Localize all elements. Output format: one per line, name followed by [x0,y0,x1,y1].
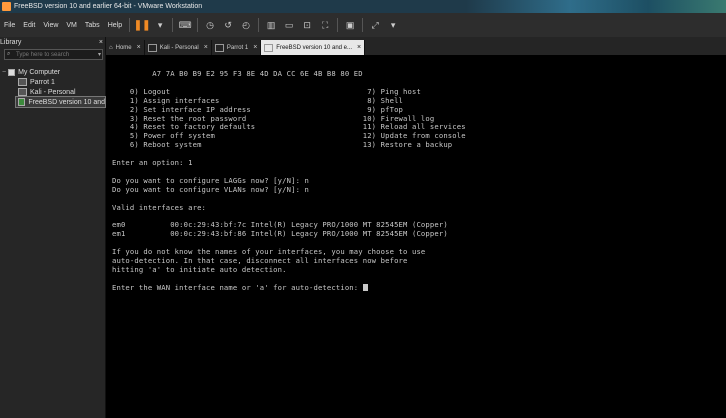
stretch-dropdown-icon[interactable]: ▾ [387,19,399,31]
snapshot-icon[interactable]: ◷ [204,19,216,31]
close-icon[interactable]: × [357,44,361,51]
tab-kali[interactable]: Kali - Personal × [145,40,212,55]
library-title: Library [0,39,22,46]
chevron-down-icon[interactable]: ▾ [98,51,101,58]
vm-icon [18,88,27,96]
library-tree: − My Computer Parrot 1 Kali - Personal F… [0,67,106,108]
tab-freebsd[interactable]: FreeBSD version 10 and e... × [261,40,366,55]
expand-icon[interactable]: − [2,69,6,76]
menu-file[interactable]: File [0,22,19,29]
tree-item-label: Parrot 1 [30,78,55,86]
tab-label: FreeBSD version 10 and e... [276,44,353,51]
manage-snapshots-icon[interactable]: ◴ [240,19,252,31]
menu-help[interactable]: Help [104,22,126,29]
search-placeholder: Type here to search [16,51,70,58]
tab-parrot[interactable]: Parrot 1 × [212,40,262,55]
close-icon[interactable]: × [253,44,257,51]
vm-running-icon [18,98,26,106]
tab-home[interactable]: ⌂ Home × [106,40,145,55]
console-valid-header: Valid interfaces are: [112,202,207,212]
dropdown-icon[interactable]: ▾ [154,19,166,31]
console-help-line: hitting 'a' to initiate auto detection. [112,264,287,274]
console-vlan-prompt: Do you want to configure VLANs now? [y/N… [112,184,309,194]
vm-tabs-bar: ⌂ Home × Kali - Personal × Parrot 1 × Fr… [106,37,726,55]
library-search-input[interactable]: ⌕ Type here to search ▾ [4,49,103,60]
home-icon: ⌂ [109,44,113,51]
library-header: Library × [0,37,105,48]
menu-bar: File Edit View VM Tabs Help ❚❚ ▾ ⌨ ◷ ↺ ◴… [0,13,726,38]
vm-icon [214,43,224,52]
taskbar-background-strip [466,0,726,13]
tab-label: Parrot 1 [226,44,249,51]
send-keys-icon[interactable]: ⌨ [179,19,192,31]
text-cursor [362,283,368,291]
revert-snapshot-icon[interactable]: ↺ [222,19,234,31]
fit-guest-icon[interactable]: ⊡ [301,19,313,31]
tree-item-freebsd[interactable]: FreeBSD version 10 and [15,96,106,108]
vmware-icon [2,2,11,11]
tab-label: Home [115,44,132,51]
library-close-icon[interactable]: × [99,39,103,46]
close-icon[interactable]: × [204,44,208,51]
toolbar-separator [337,18,339,32]
search-icon: ⌕ [7,51,11,57]
close-icon[interactable]: × [137,44,141,51]
computer-icon [8,68,16,76]
console-wan-prompt: Enter the WAN interface name or 'a' for … [112,283,466,293]
console-option-prompt: Enter an option: 1 [112,158,193,168]
tab-label: Kali - Personal [159,44,199,51]
menu-view[interactable]: View [39,22,62,29]
title-bar: FreeBSD version 10 and earlier 64-bit - … [0,0,726,13]
console-interface-row: em1 00:0c:29:43:bf:86 Intel(R) Legacy PR… [112,229,448,239]
tree-item-parrot[interactable]: Parrot 1 [0,77,105,87]
console-menu-row: 6) Reboot system 13) Restore a backup [112,140,453,150]
toolbar-separator [362,18,364,32]
library-panel: Library × ⌕ Type here to search ▾ − My C… [0,37,106,418]
console-text: A7 7A B0 B9 E2 95 F3 8E 4D DA CC 6E 4B B… [112,69,466,293]
vm-icon [264,43,274,52]
tree-item-kali[interactable]: Kali - Personal [0,87,105,97]
fullscreen-icon[interactable]: ⛶ [319,19,331,31]
tree-item-label: FreeBSD version 10 and [28,98,105,106]
menu-edit[interactable]: Edit [19,22,39,29]
console-mac-line: A7 7A B0 B9 E2 95 F3 8E 4D DA CC 6E 4B B… [112,69,363,78]
tree-root-label: My Computer [18,68,61,76]
tree-root-my-computer[interactable]: − My Computer [0,67,105,77]
pause-icon[interactable]: ❚❚ [134,19,151,31]
toolbar-separator [129,18,131,32]
console-view-icon[interactable]: ▣ [344,19,356,31]
stretch-icon[interactable]: ⤢ [369,19,381,31]
toolbar-separator [197,18,199,32]
vm-icon [18,78,27,86]
toolbar-separator [258,18,260,32]
library-view-icon[interactable]: ▥ [265,19,277,31]
thumbnail-view-icon[interactable]: ▭ [283,19,295,31]
vm-icon [147,43,157,52]
menu-tabs[interactable]: Tabs [81,22,104,29]
toolbar-separator [172,18,174,32]
menu-vm[interactable]: VM [62,22,81,29]
window-title: FreeBSD version 10 and earlier 64-bit - … [14,3,203,10]
tree-item-label: Kali - Personal [30,88,76,96]
